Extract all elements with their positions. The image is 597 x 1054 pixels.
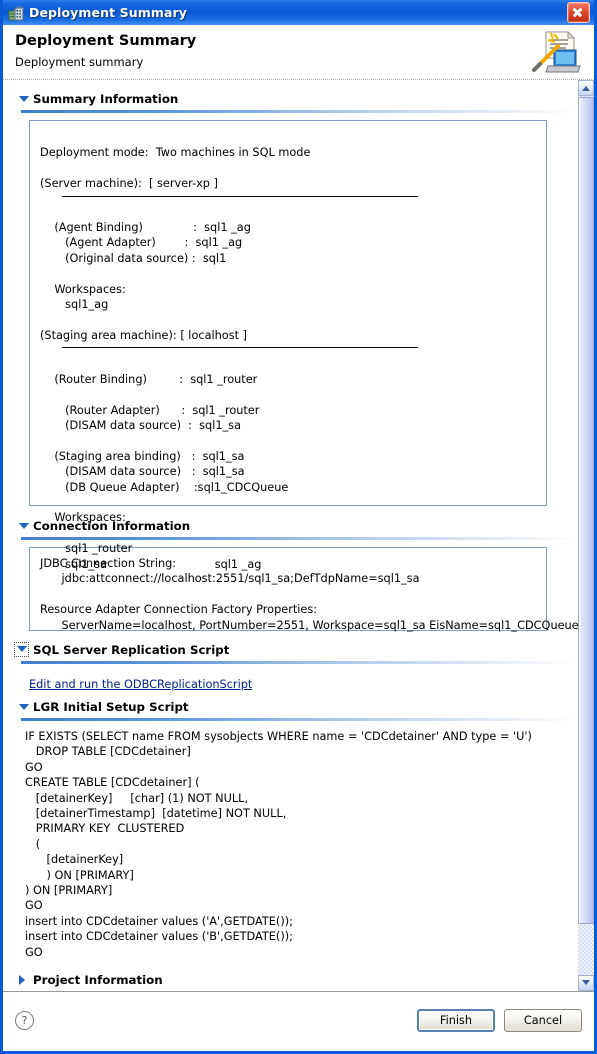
page-subtitle: Deployment summary (15, 55, 144, 69)
vertical-scrollbar[interactable] (578, 80, 594, 991)
triangle-right-icon (19, 974, 25, 985)
section-label: Project Information (33, 972, 163, 987)
page-title: Deployment Summary (15, 33, 197, 49)
scroll-up-arrow-icon[interactable] (578, 80, 594, 96)
title-bar[interactable]: Deployment Summary (3, 0, 594, 25)
scrollbar-thumb[interactable] (578, 97, 594, 924)
staging-section-rule (62, 347, 418, 349)
section-divider (21, 537, 578, 540)
server-machine-label: (Server machine): (40, 177, 142, 191)
connection-details-text: JDBC Connection String: jdbc:attconnect:… (40, 557, 579, 632)
scroll-content: Summary Information Deployment mode: Two… (3, 80, 579, 991)
deployment-summary-dialog: Deployment Summary Deployment Summary De… (0, 0, 597, 1054)
edit-and-run-odbc-replication-script-link[interactable]: Edit and run the ODBCReplicationScript (29, 678, 252, 691)
dialog-footer: ? Finish Cancel (3, 991, 594, 1048)
staging-machine-label: (Staging area machine): (40, 328, 177, 342)
section-label: Summary Information (33, 91, 179, 106)
finish-button[interactable]: Finish (417, 1008, 495, 1032)
section-label: Connection Information (33, 518, 191, 533)
server-machine-value: [ server-xp ] (149, 177, 218, 191)
section-divider (21, 718, 578, 721)
scroll-down-arrow-icon[interactable] (578, 975, 594, 991)
deployment-mode-label: Deployment mode: (40, 146, 149, 160)
cancel-button[interactable]: Cancel (504, 1008, 582, 1032)
section-label: LGR Initial Setup Script (33, 699, 189, 714)
dialog-body: Summary Information Deployment mode: Two… (3, 80, 594, 991)
deployment-mode-value: Two machines in SQL mode (155, 146, 311, 160)
replication-link-row: Edit and run the ODBCReplicationScript (29, 673, 578, 691)
section-header-lgr-initial-setup-script[interactable]: LGR Initial Setup Script (3, 698, 578, 715)
dialog-header: Deployment Summary Deployment summary (3, 25, 594, 80)
triangle-down-icon (19, 522, 29, 529)
agent-binding-block: (Agent Binding) : sql1 _ag (Agent Adapte… (54, 221, 251, 312)
section-header-summary-information[interactable]: Summary Information (3, 90, 578, 107)
triangle-down-icon-focused (14, 641, 29, 657)
lgr-initial-setup-script-text: IF EXISTS (SELECT name FROM sysobjects W… (25, 730, 532, 959)
staging-machine-value: [ localhost ] (180, 328, 248, 342)
close-icon[interactable] (567, 2, 590, 23)
section-header-project-information[interactable]: Project Information (3, 971, 578, 988)
server-section-rule (62, 195, 418, 197)
section-header-sql-server-replication-script[interactable]: SQL Server Replication Script (3, 641, 578, 658)
section-label: SQL Server Replication Script (33, 642, 230, 657)
wizard-laptop-document-icon (524, 28, 582, 76)
section-header-connection-information[interactable]: Connection Information (3, 517, 578, 534)
summary-information-panel: Deployment mode: Two machines in SQL mod… (29, 120, 547, 571)
triangle-down-icon (19, 95, 29, 102)
triangle-down-icon (19, 703, 29, 710)
window-title: Deployment Summary (29, 5, 188, 20)
section-divider (21, 661, 578, 664)
router-staging-block: (Router Binding) : sql1 _router (Router … (54, 372, 289, 571)
server-building-icon (8, 4, 25, 21)
triangle-down-icon (17, 646, 27, 652)
help-icon[interactable]: ? (15, 1010, 34, 1030)
connection-information-panel: JDBC Connection String: jdbc:attconnect:… (29, 547, 579, 632)
section-divider (21, 110, 578, 113)
